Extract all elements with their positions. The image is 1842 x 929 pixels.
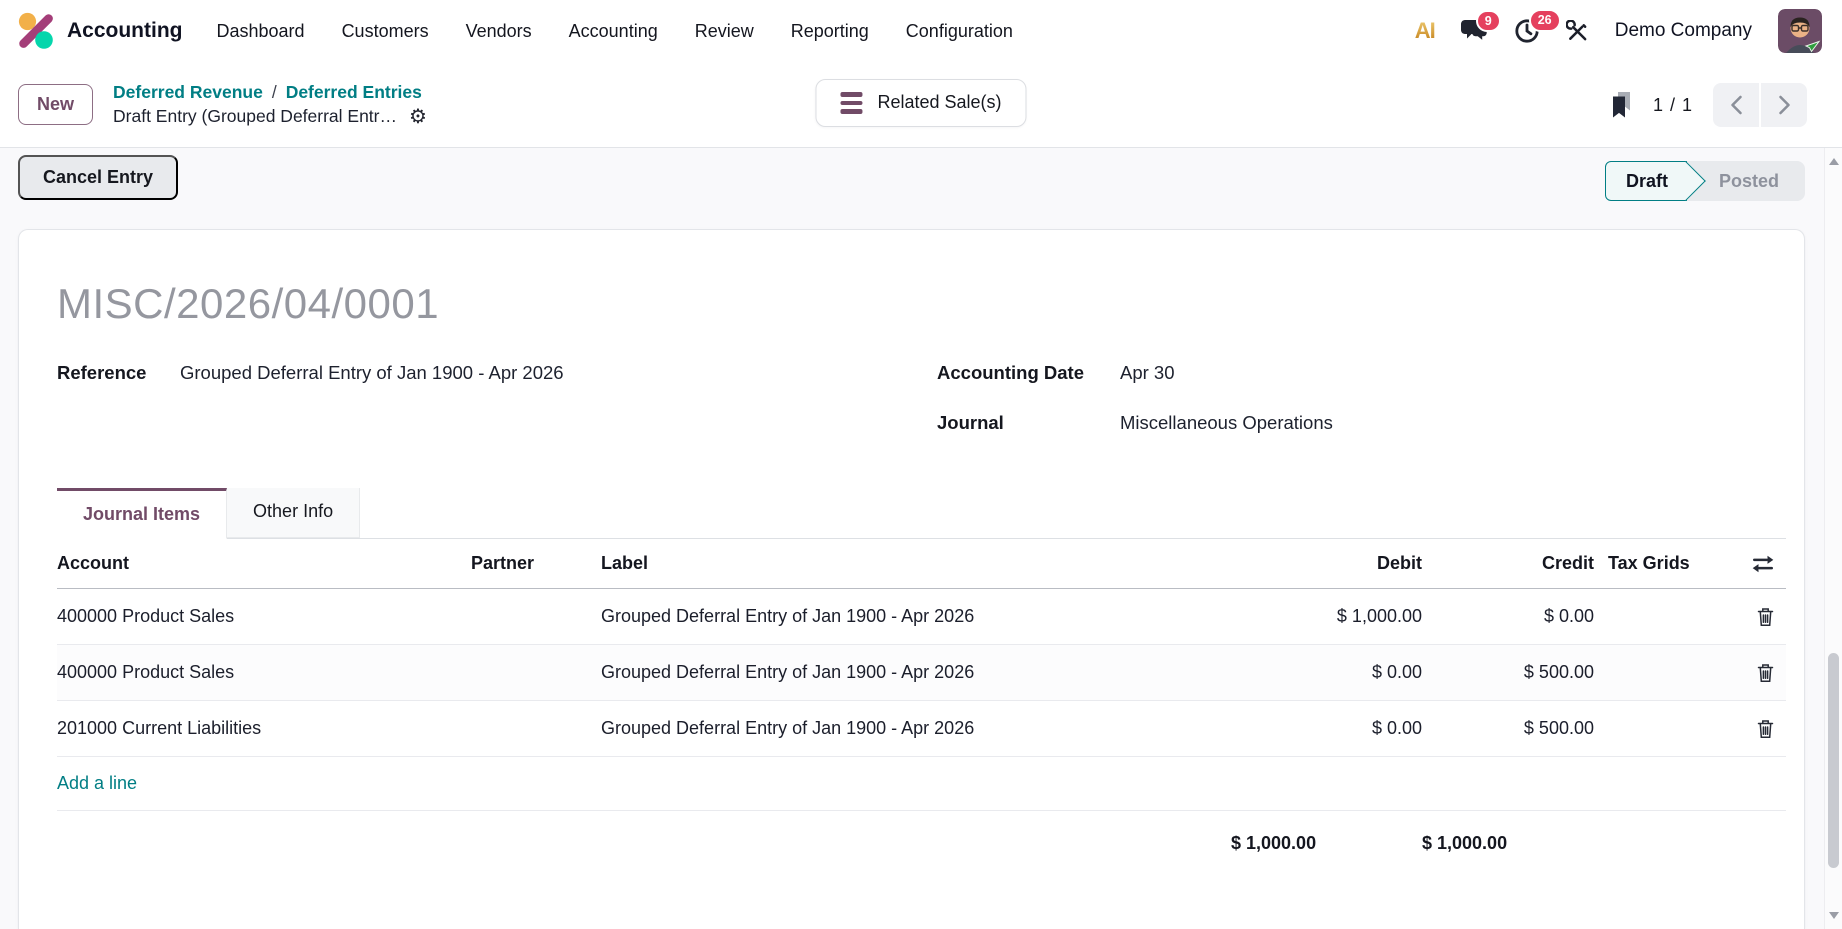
messages-badge: 9 xyxy=(1476,10,1501,33)
vertical-scrollbar[interactable] xyxy=(1824,148,1842,929)
col-debit: Debit xyxy=(1231,553,1422,574)
cell-account[interactable]: 400000 Product Sales xyxy=(57,606,471,627)
pager-next-button[interactable] xyxy=(1761,83,1807,127)
activities-badge: 26 xyxy=(1529,9,1561,32)
reference-label: Reference xyxy=(57,362,180,384)
tools-icon xyxy=(1566,20,1589,43)
trash-icon xyxy=(1757,719,1774,739)
add-line-row: Add a line xyxy=(57,757,1786,811)
nav-menu: Dashboard Customers Vendors Accounting R… xyxy=(217,21,1013,42)
cell-account[interactable]: 201000 Current Liabilities xyxy=(57,718,471,739)
col-tax-grids: Tax Grids xyxy=(1594,553,1701,574)
menu-customers[interactable]: Customers xyxy=(342,21,429,42)
delete-row-button[interactable] xyxy=(1757,719,1774,739)
scrollbar-thumb[interactable] xyxy=(1828,653,1839,868)
col-account: Account xyxy=(57,553,471,574)
avatar[interactable] xyxy=(1778,9,1822,53)
debug-tools-button[interactable] xyxy=(1566,20,1589,43)
form-card: MISC/2026/04/0001 Reference Grouped Defe… xyxy=(18,229,1805,929)
breadcrumb-deferred-entries[interactable]: Deferred Entries xyxy=(286,82,422,102)
accounting-date-label: Accounting Date xyxy=(937,362,1120,384)
related-sales-label: Related Sale(s) xyxy=(877,92,1001,113)
main-content-area: Cancel Entry Draft Posted MISC/2026/04/0… xyxy=(0,148,1842,929)
cell-credit[interactable]: $ 500.00 xyxy=(1422,662,1594,683)
menu-dashboard[interactable]: Dashboard xyxy=(217,21,305,42)
table-row: 400000 Product Sales Grouped Deferral En… xyxy=(57,645,1786,701)
menu-accounting[interactable]: Accounting xyxy=(569,21,658,42)
chevron-right-icon xyxy=(1778,95,1791,115)
screen: Accounting Dashboard Customers Vendors A… xyxy=(0,0,1842,929)
form-fields: Reference Grouped Deferral Entry of Jan … xyxy=(57,362,1786,462)
ai-icon[interactable]: AI xyxy=(1415,18,1435,44)
journal-label: Journal xyxy=(937,412,1120,434)
col-label: Label xyxy=(601,553,1231,574)
hamburger-icon xyxy=(840,92,862,114)
bookmark-icon xyxy=(1610,91,1633,119)
journal-items-table: Account Partner Label Debit Credit Tax G… xyxy=(57,539,1786,854)
journal-items-body: 400000 Product Sales Grouped Deferral En… xyxy=(57,589,1786,757)
notebook-tabs: Journal Items Other Info xyxy=(57,488,1786,539)
cell-label[interactable]: Grouped Deferral Entry of Jan 1900 - Apr… xyxy=(601,662,1231,683)
reference-field[interactable]: Grouped Deferral Entry of Jan 1900 - Apr… xyxy=(180,362,564,384)
pager-zone: 1 / 1 xyxy=(1610,62,1807,148)
record-name: MISC/2026/04/0001 xyxy=(57,280,1786,328)
top-navbar: Accounting Dashboard Customers Vendors A… xyxy=(0,0,1842,62)
cell-label[interactable]: Grouped Deferral Entry of Jan 1900 - Apr… xyxy=(601,606,1231,627)
tab-journal-items[interactable]: Journal Items xyxy=(57,488,227,539)
col-partner: Partner xyxy=(471,553,601,574)
scrollbar-up-arrow[interactable] xyxy=(1829,158,1839,165)
scrollbar-down-arrow[interactable] xyxy=(1829,912,1839,919)
col-credit: Credit xyxy=(1422,553,1594,574)
breadcrumb-deferred-revenue[interactable]: Deferred Revenue xyxy=(113,82,263,102)
chevron-left-icon xyxy=(1730,95,1743,115)
breadcrumb-separator: / xyxy=(272,82,277,102)
cell-debit[interactable]: $ 0.00 xyxy=(1231,662,1422,683)
total-credit: $ 1,000.00 xyxy=(1422,833,1594,854)
pager-previous-button[interactable] xyxy=(1713,83,1759,127)
journal-field[interactable]: Miscellaneous Operations xyxy=(1120,412,1333,434)
menu-vendors[interactable]: Vendors xyxy=(466,21,532,42)
cell-credit[interactable]: $ 500.00 xyxy=(1422,718,1594,739)
accounting-date-field[interactable]: Apr 30 xyxy=(1120,362,1175,384)
activities-button[interactable]: 26 xyxy=(1514,18,1540,44)
add-a-line-link[interactable]: Add a line xyxy=(57,773,137,794)
nav-right: AI 9 26 xyxy=(1415,9,1826,53)
table-header-row: Account Partner Label Debit Credit Tax G… xyxy=(57,539,1786,589)
status-widget: Draft Posted xyxy=(1605,161,1805,201)
menu-review[interactable]: Review xyxy=(695,21,754,42)
bookmark-button[interactable] xyxy=(1610,91,1633,119)
cell-credit[interactable]: $ 0.00 xyxy=(1422,606,1594,627)
current-record-title: Draft Entry (Grouped Deferral Entr… xyxy=(113,106,397,127)
control-panel: New Deferred Revenue / Deferred Entries Dr… xyxy=(0,62,1842,148)
company-switcher[interactable]: Demo Company xyxy=(1615,20,1752,42)
table-row: 201000 Current Liabilities Grouped Defer… xyxy=(57,701,1786,757)
messages-button[interactable]: 9 xyxy=(1461,19,1488,44)
menu-configuration[interactable]: Configuration xyxy=(906,21,1013,42)
menu-reporting[interactable]: Reporting xyxy=(791,21,869,42)
app-switcher[interactable]: Accounting xyxy=(16,11,183,51)
cancel-entry-button[interactable]: Cancel Entry xyxy=(18,155,178,200)
trash-icon xyxy=(1757,663,1774,683)
app-title: Accounting xyxy=(67,19,183,43)
cell-debit[interactable]: $ 1,000.00 xyxy=(1231,606,1422,627)
new-button[interactable]: New xyxy=(18,84,93,125)
total-debit: $ 1,000.00 xyxy=(1231,833,1422,854)
delete-row-button[interactable] xyxy=(1757,663,1774,683)
status-draft[interactable]: Draft xyxy=(1605,161,1687,201)
gear-icon[interactable]: ⚙ xyxy=(409,107,427,127)
related-sales-button[interactable]: Related Sale(s) xyxy=(815,79,1026,127)
delete-row-button[interactable] xyxy=(1757,607,1774,627)
cell-label[interactable]: Grouped Deferral Entry of Jan 1900 - Apr… xyxy=(601,718,1231,739)
totals-row: $ 1,000.00 $ 1,000.00 xyxy=(57,811,1786,854)
odoo-accounting-logo xyxy=(16,11,56,51)
breadcrumb: Deferred Revenue / Deferred Entries Draft … xyxy=(113,82,427,127)
optional-columns-button[interactable] xyxy=(1752,555,1774,573)
table-row: 400000 Product Sales Grouped Deferral En… xyxy=(57,589,1786,645)
cell-debit[interactable]: $ 0.00 xyxy=(1231,718,1422,739)
cell-account[interactable]: 400000 Product Sales xyxy=(57,662,471,683)
pager-count: 1 / 1 xyxy=(1653,95,1693,116)
optional-columns-icon xyxy=(1752,555,1774,573)
tab-other-info[interactable]: Other Info xyxy=(227,488,360,538)
trash-icon xyxy=(1757,607,1774,627)
